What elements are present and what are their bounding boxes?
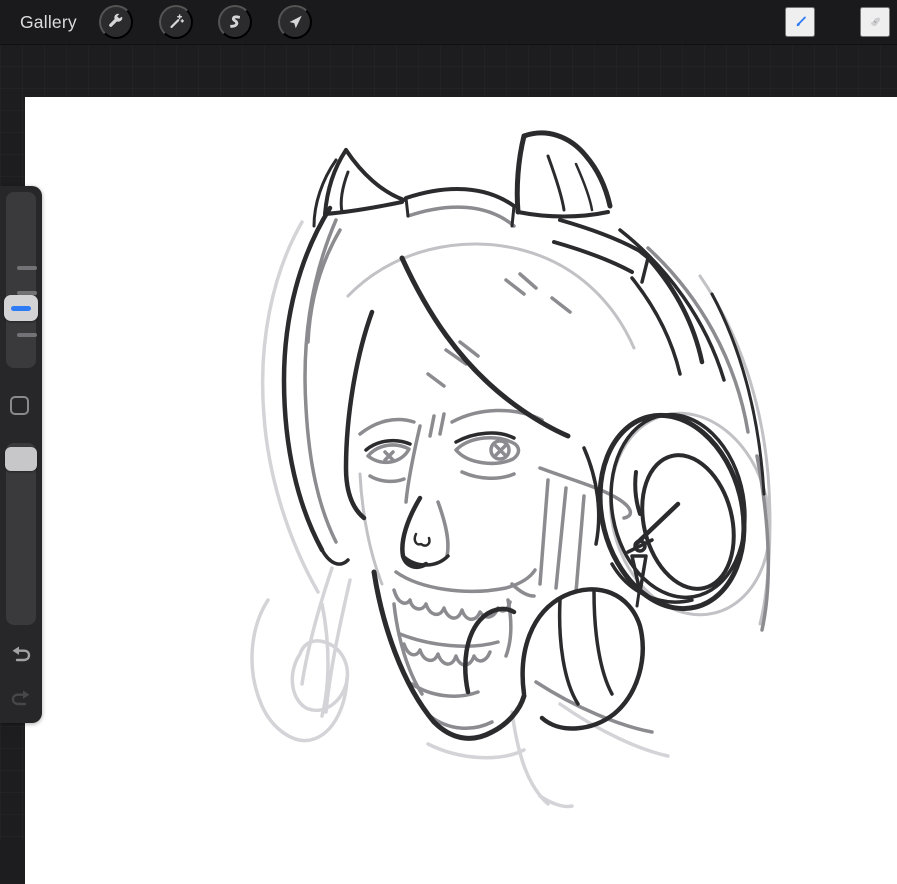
size-tick [17, 333, 37, 337]
brush-sidebar [0, 186, 42, 723]
modify-button[interactable] [10, 396, 29, 415]
smudge-tool-button[interactable] [860, 7, 890, 37]
undo-arrow-icon [9, 644, 33, 666]
selection-s-icon [226, 12, 244, 32]
size-handle-accent-bar [11, 306, 31, 311]
top-toolbar: Gallery [0, 0, 897, 45]
selection-button[interactable] [218, 5, 252, 39]
redo-arrow-icon [9, 688, 33, 710]
paint-tool-button[interactable] [785, 7, 815, 37]
brush-size-handle[interactable] [4, 295, 38, 321]
procreate-app: { "topbar": { "gallery_label": "Gallery"… [0, 0, 897, 840]
transform-arrow-icon [286, 12, 304, 32]
size-tick [17, 266, 37, 270]
adjustments-button[interactable] [159, 5, 193, 39]
redo-button[interactable] [9, 687, 33, 711]
smudge-finger-icon [868, 8, 882, 36]
magic-wand-icon [167, 12, 185, 32]
undo-button[interactable] [9, 643, 33, 667]
workspace-background [0, 44, 897, 840]
brush-size-slider[interactable] [6, 192, 36, 368]
gallery-button[interactable]: Gallery [20, 0, 77, 44]
drawing-canvas[interactable] [25, 97, 897, 884]
canvas-artwork [25, 97, 897, 884]
transform-button[interactable] [278, 5, 312, 39]
actions-button[interactable] [99, 5, 133, 39]
brush-opacity-handle[interactable] [5, 447, 37, 471]
wrench-icon [107, 12, 125, 32]
brush-icon [793, 9, 807, 35]
